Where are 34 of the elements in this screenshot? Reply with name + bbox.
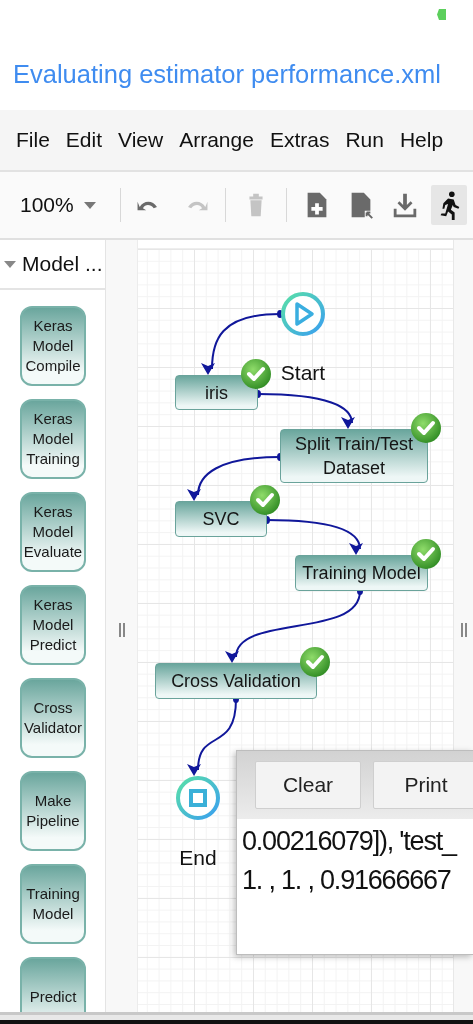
resize-handle-icon[interactable] bbox=[118, 623, 125, 637]
console-button[interactable]: Print bbox=[373, 761, 473, 809]
caret-icon bbox=[83, 201, 96, 209]
palette-shape[interactable]: Keras Model Predict bbox=[20, 585, 86, 665]
palette-shape[interactable]: Make Pipeline bbox=[20, 771, 86, 851]
console-button[interactable]: Clear bbox=[255, 761, 361, 809]
window-title: Evaluating estimator performance.xml bbox=[13, 60, 441, 89]
node-label: End bbox=[179, 846, 217, 870]
menu-item[interactable]: View bbox=[118, 128, 164, 152]
battery-icon bbox=[437, 9, 446, 20]
console-output-line: 1. , 1. , 0.91666667 bbox=[242, 864, 452, 897]
process-node[interactable]: Split Train/Test Dataset bbox=[280, 429, 428, 483]
palette-shape[interactable]: Cross Validator bbox=[20, 678, 86, 758]
menu-item[interactable]: File bbox=[16, 128, 50, 152]
palette-shape[interactable]: Predict bbox=[20, 957, 86, 1012]
process-node[interactable]: Cross Validation bbox=[155, 663, 317, 699]
end-event-icon[interactable] bbox=[176, 776, 220, 820]
process-node[interactable]: SVC bbox=[175, 501, 267, 537]
menu-item[interactable]: Run bbox=[345, 128, 384, 152]
menu-item[interactable]: Help bbox=[399, 128, 444, 152]
menu-item[interactable]: Edit bbox=[65, 128, 103, 152]
palette-shape[interactable]: Keras Model Training bbox=[20, 399, 86, 479]
zoom-dropdown[interactable]: 100% bbox=[20, 193, 96, 217]
palette-shape[interactable]: Keras Model Compile bbox=[20, 306, 86, 386]
menu-item[interactable]: Extras bbox=[269, 128, 330, 152]
resize-handle-icon[interactable] bbox=[460, 623, 467, 637]
palette-shape[interactable]: Training Model bbox=[20, 864, 86, 944]
process-node[interactable]: iris bbox=[175, 375, 258, 410]
process-node[interactable]: Training Model bbox=[295, 555, 428, 591]
menu-item[interactable]: Arrange bbox=[179, 128, 254, 152]
console-output-line: 0.00216079]), 'test_ bbox=[242, 825, 458, 858]
palette-shape[interactable]: Keras Model Evaluate bbox=[20, 492, 86, 572]
node-label: Start bbox=[280, 361, 326, 385]
start-event-icon[interactable] bbox=[281, 292, 325, 336]
